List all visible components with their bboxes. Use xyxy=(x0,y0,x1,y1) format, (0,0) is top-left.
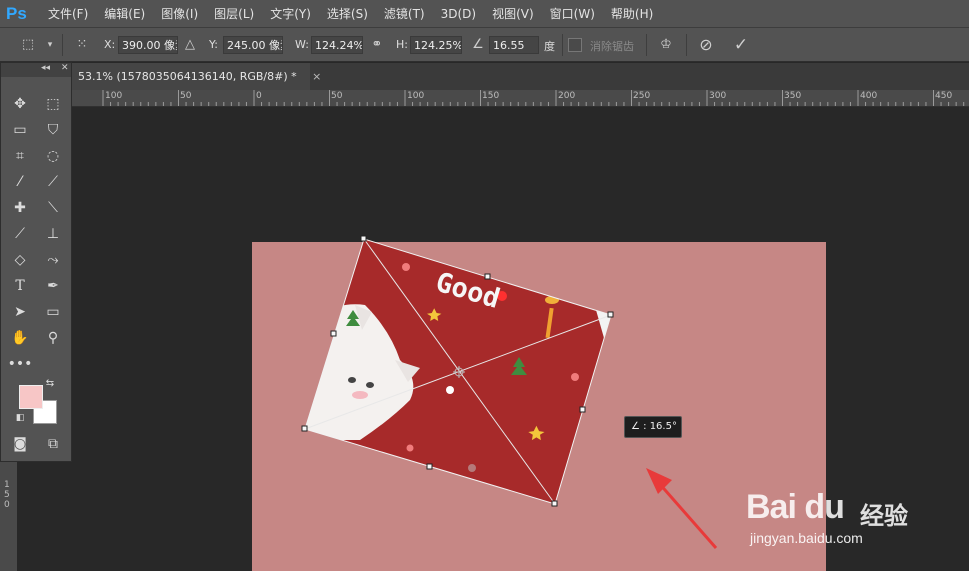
close-icon[interactable]: ✕ xyxy=(61,63,69,73)
ruler-label: 350 xyxy=(784,91,802,101)
ruler-label: 1 xyxy=(4,480,10,490)
antialias-checkbox[interactable] xyxy=(568,38,582,52)
crop-tool-icon[interactable]: ⌗ xyxy=(7,144,33,168)
ruler-label: 100 xyxy=(407,91,425,101)
angle-field[interactable]: 16.55 xyxy=(489,36,539,54)
x-label: X: xyxy=(104,38,116,51)
move-tool-icon[interactable]: ✥ xyxy=(7,92,33,116)
watermark-url: jingyan.baidu.com xyxy=(750,530,863,546)
cancel-transform-icon[interactable]: ⊘ xyxy=(696,35,716,55)
delta-icon[interactable]: △ xyxy=(180,35,200,55)
hand-tool-icon[interactable]: ✋ xyxy=(7,326,33,350)
menu-image[interactable]: 图像(I) xyxy=(153,0,206,28)
menu-select[interactable]: 选择(S) xyxy=(319,0,376,28)
reference-point-icon[interactable]: ⁙ xyxy=(72,35,92,55)
close-icon[interactable]: × xyxy=(312,70,321,83)
rectangle-tool-icon[interactable]: ▭ xyxy=(40,300,66,324)
swap-colors-icon[interactable]: ⇆ xyxy=(43,377,57,391)
collapse-icon[interactable]: ◂◂ xyxy=(41,63,50,73)
angle-icon: ∠ xyxy=(472,37,484,52)
lasso-tool-icon[interactable]: ◌ xyxy=(40,144,66,168)
y-label: Y: xyxy=(209,38,218,51)
baidu-watermark: Bai du 经验 jingyan.baidu.com xyxy=(740,470,920,560)
menu-file[interactable]: 文件(F) xyxy=(40,0,96,28)
document-tab[interactable]: 53.1% (1578035064136140, RGB/8#) * × xyxy=(72,63,321,90)
menu-layer[interactable]: 图层(L) xyxy=(206,0,262,28)
quick-mask-icon[interactable]: ◙ xyxy=(7,432,33,456)
eraser-tool-icon[interactable]: ◇ xyxy=(7,248,33,272)
tools-panel: ◂◂ ✕ ✥ ⬚ ▭ ⛉ ⌗ ◌ ⁄ ⟋ ✚ ⟍ ⟋ ⊥ ◇ ⤳ T ✒ ➤ ▭… xyxy=(0,62,72,462)
warp-mode-icon[interactable]: ♔ xyxy=(656,35,676,55)
foreground-color-swatch[interactable] xyxy=(19,385,43,409)
vertical-ruler[interactable]: 1 5 0 xyxy=(0,460,17,571)
color-sampler-tool-icon[interactable]: ⟋ xyxy=(7,222,33,246)
transform-tool-preset-icon[interactable]: ⬚ xyxy=(18,35,38,55)
document-tabbar: 53.1% (1578035064136140, RGB/8#) * × xyxy=(72,63,969,90)
menu-help[interactable]: 帮助(H) xyxy=(603,0,661,28)
ruler-label: 450 xyxy=(935,91,953,101)
more-tools-icon[interactable]: ••• xyxy=(7,352,33,376)
chevron-down-icon[interactable]: ▾ xyxy=(40,35,60,55)
history-brush-tool-icon[interactable]: ⤳ xyxy=(40,248,66,272)
height-field[interactable]: 124.25% xyxy=(410,36,462,54)
w-label: W: xyxy=(295,38,309,51)
zoom-tool-icon[interactable]: ⚲ xyxy=(40,326,66,350)
ruler-label: 0 xyxy=(4,500,10,510)
document-tab-title: 53.1% (1578035064136140, RGB/8#) * xyxy=(78,70,297,83)
h-label: H: xyxy=(396,38,408,51)
menu-view[interactable]: 视图(V) xyxy=(484,0,542,28)
link-icon[interactable]: ⚭ xyxy=(367,35,387,55)
ruler-label: 150 xyxy=(482,91,500,101)
antialias-label: 消除锯齿 xyxy=(590,40,634,53)
horizontal-ruler[interactable]: 100 50 0 50 100 150 200 250 300 350 400 … xyxy=(72,90,969,107)
magic-wand-tool-icon[interactable]: ⁄ xyxy=(7,170,33,194)
menu-window[interactable]: 窗口(W) xyxy=(542,0,603,28)
pen-tool-icon[interactable]: ✒ xyxy=(40,274,66,298)
ruler-label: 200 xyxy=(558,91,576,101)
ruler-label: 250 xyxy=(633,91,651,101)
marquee-tool-icon[interactable]: ⬚ xyxy=(40,92,66,116)
healing-brush-tool-icon[interactable]: ✚ xyxy=(7,196,33,220)
ruler-label: 50 xyxy=(180,91,192,101)
brush-tool-icon[interactable]: ⟍ xyxy=(40,196,66,220)
photoshop-logo: Ps xyxy=(6,3,27,23)
baidu-logo: Bai du xyxy=(746,488,845,526)
screen-mode-icon[interactable]: ⧉ xyxy=(40,432,66,456)
baidu-jingyan-text: 经验 xyxy=(860,502,908,530)
ruler-label: 300 xyxy=(709,91,727,101)
options-bar: ⬚ ▾ ⁙ X: 390.00 像素 △ Y: 245.00 像素 W: 124… xyxy=(0,28,969,62)
angle-unit: 度 xyxy=(544,40,555,53)
menu-edit[interactable]: 编辑(E) xyxy=(96,0,153,28)
angle-tooltip: ∠ : 16.5° xyxy=(624,416,682,438)
width-field[interactable]: 124.24% xyxy=(311,36,363,54)
paint-bucket-tool-icon[interactable]: ⛉ xyxy=(40,118,66,142)
eyedropper-tool-icon[interactable]: ⟋ xyxy=(40,170,66,194)
type-tool-icon[interactable]: T xyxy=(7,274,33,298)
gradient-tool-icon[interactable]: ▭ xyxy=(7,118,33,142)
ruler-label: 0 xyxy=(256,91,262,101)
ruler-label: 50 xyxy=(331,91,343,101)
default-colors-icon[interactable]: ◧ xyxy=(13,411,27,425)
stamp-tool-icon[interactable]: ⊥ xyxy=(40,222,66,246)
x-field[interactable]: 390.00 像素 xyxy=(118,36,178,54)
menu-3d[interactable]: 3D(D) xyxy=(433,0,484,28)
ruler-label: 100 xyxy=(105,91,123,101)
path-selection-tool-icon[interactable]: ➤ xyxy=(7,300,33,324)
menubar: Ps 文件(F) 编辑(E) 图像(I) 图层(L) 文字(Y) 选择(S) 滤… xyxy=(0,0,969,28)
ruler-label: 400 xyxy=(860,91,878,101)
menu-type[interactable]: 文字(Y) xyxy=(262,0,319,28)
ruler-label: 5 xyxy=(4,490,10,500)
y-field[interactable]: 245.00 像素 xyxy=(223,36,283,54)
commit-transform-icon[interactable]: ✓ xyxy=(731,35,751,55)
tools-panel-header[interactable]: ◂◂ ✕ xyxy=(1,63,71,77)
menu-filter[interactable]: 滤镜(T) xyxy=(376,0,433,28)
